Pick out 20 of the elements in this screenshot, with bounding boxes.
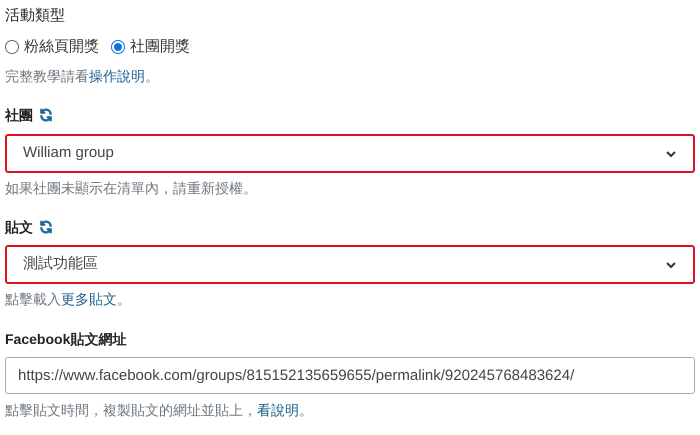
help-text: 點擊載入更多貼文。 (5, 290, 132, 309)
help-text: 完整教學請看操作說明。 (5, 67, 160, 86)
help-link[interactable]: 更多貼文 (61, 291, 117, 307)
field-label: Facebook貼文網址 (5, 330, 128, 349)
dropdown-select[interactable]: William group (5, 134, 695, 173)
url-input-field[interactable]: https://www.facebook.com/groups/815152135659655/permalink/920245768483624/ (5, 357, 695, 394)
field-label: 活動類型 (5, 6, 66, 26)
refresh-icon[interactable] (39, 220, 53, 234)
field-label: 社團 (5, 106, 33, 125)
help-text: 點擊貼文時間，複製貼文的網址並貼上，看說明。 (5, 401, 314, 420)
radio-option[interactable]: 粉絲頁開獎 (5, 37, 99, 57)
radio-button[interactable] (111, 40, 125, 54)
help-link[interactable]: 操作說明 (89, 68, 145, 84)
field-label: 貼文 (5, 218, 33, 237)
dropdown-select[interactable]: 測試功能區 (5, 245, 695, 284)
radio-option[interactable]: 社團開獎 (111, 37, 190, 57)
help-link[interactable]: 看說明 (257, 402, 299, 418)
radio-button[interactable] (5, 40, 19, 54)
refresh-icon[interactable] (39, 108, 53, 122)
help-text: 如果社團未顯示在清單內，請重新授權。 (5, 179, 258, 198)
